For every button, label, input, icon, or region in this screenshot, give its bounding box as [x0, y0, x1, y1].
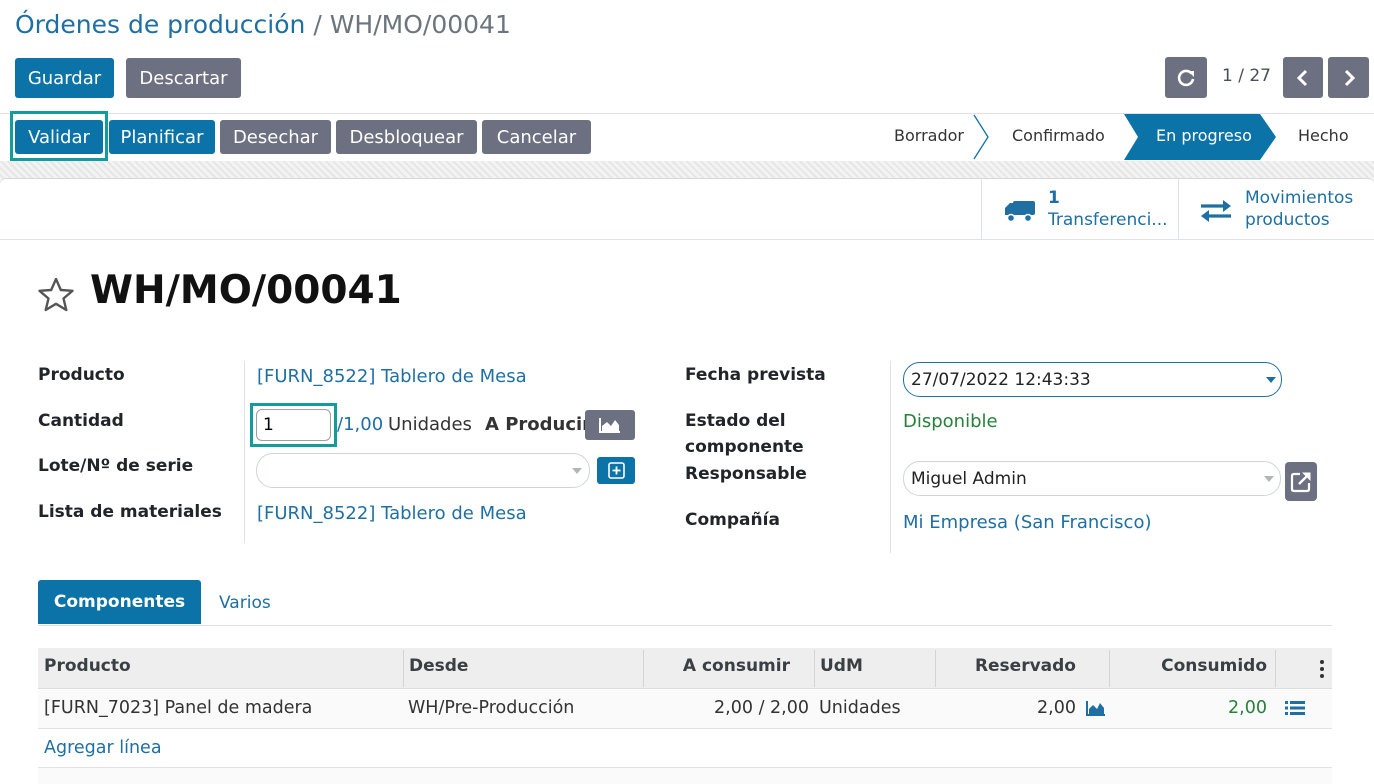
row-uom: Unidades	[819, 698, 901, 718]
caret-down-icon	[572, 468, 582, 474]
tabs-divider	[38, 625, 1332, 626]
discard-button[interactable]: Descartar	[126, 58, 241, 98]
col-header-uom[interactable]: UdM	[820, 656, 863, 676]
lot-select[interactable]	[256, 453, 590, 488]
date-field[interactable]: 27/07/2022 12:43:33	[903, 362, 1282, 397]
moves-label-line2: productos	[1245, 210, 1330, 230]
breadcrumb-current: WH/MO/00041	[329, 10, 511, 39]
component-status-label-2: componente	[685, 437, 804, 457]
record-title: WH/MO/00041	[90, 268, 402, 313]
responsible-label: Responsable	[685, 464, 807, 484]
col-divider-6	[1275, 650, 1276, 687]
company-link[interactable]: Mi Empresa (San Francisco)	[903, 512, 1152, 533]
column-options-icon[interactable]	[1318, 659, 1326, 679]
component-status-label-1: Estado del	[685, 411, 786, 431]
breadcrumb: Órdenes de producción / WH/MO/00041	[15, 10, 511, 39]
col-header-consumed[interactable]: Consumido	[1109, 656, 1267, 676]
exchange-icon	[1201, 200, 1231, 222]
pager-next-button[interactable]	[1328, 57, 1369, 98]
caret-down-icon	[1264, 476, 1274, 482]
col-divider-1	[403, 650, 404, 687]
col-header-from[interactable]: Desde	[409, 656, 468, 676]
transfers-smart-button[interactable]: 1 Transferenci...	[981, 179, 1178, 239]
save-button[interactable]: Guardar	[15, 58, 114, 98]
row-consumed: 2,00	[1228, 698, 1267, 718]
refresh-icon	[1177, 69, 1195, 86]
product-label: Producto	[38, 365, 125, 385]
list-details-icon[interactable]	[1285, 700, 1305, 716]
moves-smart-button[interactable]: Movimientos productos	[1178, 179, 1374, 239]
responsible-select-value: Miguel Admin	[911, 469, 1027, 489]
stage-draft[interactable]: Borrador	[894, 126, 964, 145]
star-icon[interactable]	[37, 277, 75, 313]
stage-confirmed[interactable]: Confirmado	[1012, 126, 1105, 145]
plan-button[interactable]: Planificar	[109, 120, 215, 154]
stage-in-progress[interactable]: En progreso	[1156, 126, 1252, 145]
cancel-button[interactable]: Cancelar	[482, 120, 591, 154]
stage-done[interactable]: Hecho	[1298, 126, 1349, 145]
pager-value[interactable]: 1 / 27	[1222, 66, 1271, 86]
unlock-button[interactable]: Desbloquear	[336, 120, 477, 154]
transfers-count: 1	[1048, 188, 1060, 208]
col-header-to-consume[interactable]: A consumir	[643, 656, 790, 676]
truck-icon	[1005, 201, 1035, 223]
breadcrumb-parent-link[interactable]: Órdenes de producción	[15, 10, 305, 39]
stage-separator	[973, 114, 989, 160]
right-group-divider	[890, 361, 891, 553]
pager-previous-button[interactable]	[1283, 57, 1323, 98]
to-produce-label: A Producir	[485, 414, 592, 435]
external-link-icon	[1290, 472, 1311, 492]
breadcrumb-separator: /	[313, 10, 322, 39]
row-to-consume: 2,00 / 2,00	[714, 698, 809, 718]
col-header-product[interactable]: Producto	[44, 656, 131, 676]
plus-square-icon	[607, 462, 625, 479]
table-empty-row	[38, 768, 1332, 784]
bom-link[interactable]: [FURN_8522] Tablero de Mesa	[257, 503, 527, 524]
row-from: WH/Pre-Producción	[408, 698, 575, 718]
chevron-right-icon	[1344, 69, 1355, 86]
col-header-reserved[interactable]: Reservado	[935, 656, 1076, 676]
row-product: [FURN_7023] Panel de madera	[44, 698, 313, 718]
create-lot-button[interactable]	[597, 457, 635, 484]
chevron-left-icon	[1296, 69, 1308, 86]
button-box-divider	[0, 239, 1374, 240]
quantity-label: Cantidad	[38, 411, 124, 431]
product-link[interactable]: [FURN_8522] Tablero de Mesa	[257, 366, 527, 387]
moves-label-line1: Movimientos	[1245, 188, 1354, 208]
quantity-uom: Unidades	[388, 414, 472, 435]
tab-various[interactable]: Varios	[219, 593, 271, 613]
scrap-button[interactable]: Desechar	[220, 120, 331, 154]
quantity-total: /1,00	[337, 414, 384, 435]
left-group-divider	[244, 361, 245, 543]
transfers-label: Transferenci...	[1048, 210, 1168, 230]
caret-down-icon	[1266, 377, 1276, 383]
col-divider-3	[814, 650, 815, 687]
company-label: Compañía	[685, 510, 780, 530]
date-field-value: 27/07/2022 12:43:33	[911, 370, 1091, 390]
reload-button[interactable]	[1165, 57, 1207, 98]
responsible-select[interactable]: Miguel Admin	[903, 461, 1281, 496]
validate-button[interactable]: Validar	[15, 120, 103, 154]
date-label: Fecha prevista	[685, 365, 826, 385]
row-reserved: 2,00	[1037, 698, 1076, 718]
add-line-link[interactable]: Agregar línea	[44, 738, 162, 758]
open-responsible-button[interactable]	[1285, 462, 1317, 501]
area-chart-icon[interactable]	[1086, 700, 1106, 716]
forecast-chart-button[interactable]	[585, 410, 635, 440]
lot-label: Lote/Nº de serie	[38, 456, 194, 476]
tab-components-label: Componentes	[53, 592, 186, 612]
quantity-input[interactable]	[256, 409, 331, 441]
component-status-value: Disponible	[903, 411, 998, 432]
area-chart-icon	[599, 418, 620, 433]
tab-components[interactable]: Componentes	[38, 580, 201, 624]
bom-label: Lista de materiales	[38, 502, 222, 522]
